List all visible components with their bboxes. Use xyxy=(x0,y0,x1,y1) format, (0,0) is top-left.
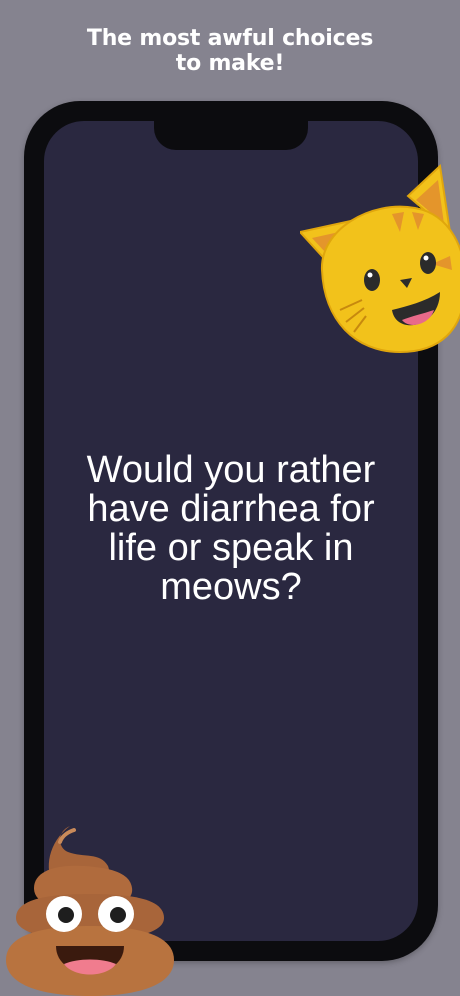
phone-notch xyxy=(154,121,308,150)
question-text: Would you rather have diarrhea for life … xyxy=(86,449,376,608)
cat-face-icon xyxy=(300,163,460,354)
page-headline: The most awful choices to make! xyxy=(0,26,460,76)
pile-of-poo-icon xyxy=(6,826,174,996)
headline-line-1: The most awful choices xyxy=(86,26,374,51)
headline-line-2: to make! xyxy=(175,51,285,76)
